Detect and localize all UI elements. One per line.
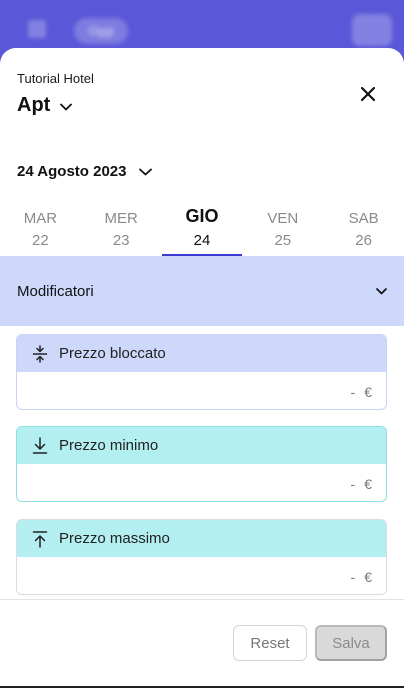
day-number: 26 — [355, 232, 372, 249]
tab-day-24[interactable]: GIO 24 — [161, 204, 243, 256]
max-price-value: - — [350, 568, 356, 585]
max-price-card: Prezzo massimo - € — [16, 519, 387, 595]
bottom-sheet: Tutorial Hotel Apt 24 Agosto 2023 MAR 22… — [0, 48, 404, 688]
day-name: VEN — [267, 210, 299, 227]
tab-day-26[interactable]: SAB 26 — [323, 204, 404, 256]
room-type-label: Apt — [17, 94, 51, 116]
currency-symbol: € — [364, 383, 372, 400]
day-number: 24 — [193, 232, 211, 249]
hotel-name: Tutorial Hotel — [17, 71, 94, 86]
locked-price-title: Prezzo bloccato — [59, 345, 166, 362]
currency-symbol: € — [364, 568, 372, 585]
chevron-down-icon — [376, 282, 387, 300]
footer-divider — [0, 599, 404, 600]
max-price-title: Prezzo massimo — [59, 530, 170, 547]
locked-price-header: Prezzo bloccato — [17, 335, 386, 372]
menu-icon — [28, 20, 46, 38]
day-number: 25 — [274, 232, 292, 249]
arrow-down-to-line-icon — [31, 436, 49, 455]
day-number: 22 — [32, 232, 49, 249]
date-label: 24 Agosto 2023 — [17, 163, 127, 180]
min-price-value: - — [350, 475, 356, 492]
modifiers-accordion[interactable]: Modificatori — [0, 256, 404, 326]
tab-day-25[interactable]: VEN 25 — [242, 204, 323, 256]
day-name: SAB — [348, 210, 379, 227]
tab-day-23[interactable]: MER 23 — [81, 204, 162, 256]
min-price-title: Prezzo minimo — [59, 437, 159, 454]
day-name: MAR — [23, 210, 58, 227]
modifiers-label: Modificatori — [17, 282, 94, 300]
day-tabs: MAR 22 MER 23 GIO 24 VEN 25 SAB 26 — [0, 204, 404, 256]
chevron-down-icon — [60, 98, 73, 116]
currency-symbol: € — [364, 475, 372, 492]
arrow-up-to-line-icon — [31, 530, 49, 548]
max-price-input[interactable]: - € — [17, 557, 386, 594]
day-name: MER — [104, 210, 138, 227]
date-dropdown[interactable]: 24 Agosto 2023 — [17, 162, 152, 181]
background-pill: Oggi — [74, 18, 128, 44]
close-icon — [360, 86, 376, 107]
background-action-button — [352, 14, 392, 46]
locked-price-value: - — [350, 383, 356, 400]
min-price-header: Prezzo minimo — [17, 427, 386, 464]
chevron-down-icon — [138, 163, 152, 181]
locked-price-card: Prezzo bloccato - € — [16, 334, 387, 410]
day-name: GIO — [185, 206, 219, 226]
save-button[interactable]: Salva — [315, 625, 387, 661]
max-price-header: Prezzo massimo — [17, 520, 386, 557]
lock-price-icon — [31, 344, 49, 363]
day-number: 23 — [112, 232, 130, 249]
reset-button[interactable]: Reset — [233, 625, 307, 661]
min-price-card: Prezzo minimo - € — [16, 426, 387, 502]
room-type-dropdown[interactable]: Apt — [17, 94, 73, 117]
tab-day-22[interactable]: MAR 22 — [0, 204, 81, 256]
min-price-input[interactable]: - € — [17, 464, 386, 501]
locked-price-input[interactable]: - € — [17, 372, 386, 409]
close-button[interactable] — [356, 84, 380, 108]
